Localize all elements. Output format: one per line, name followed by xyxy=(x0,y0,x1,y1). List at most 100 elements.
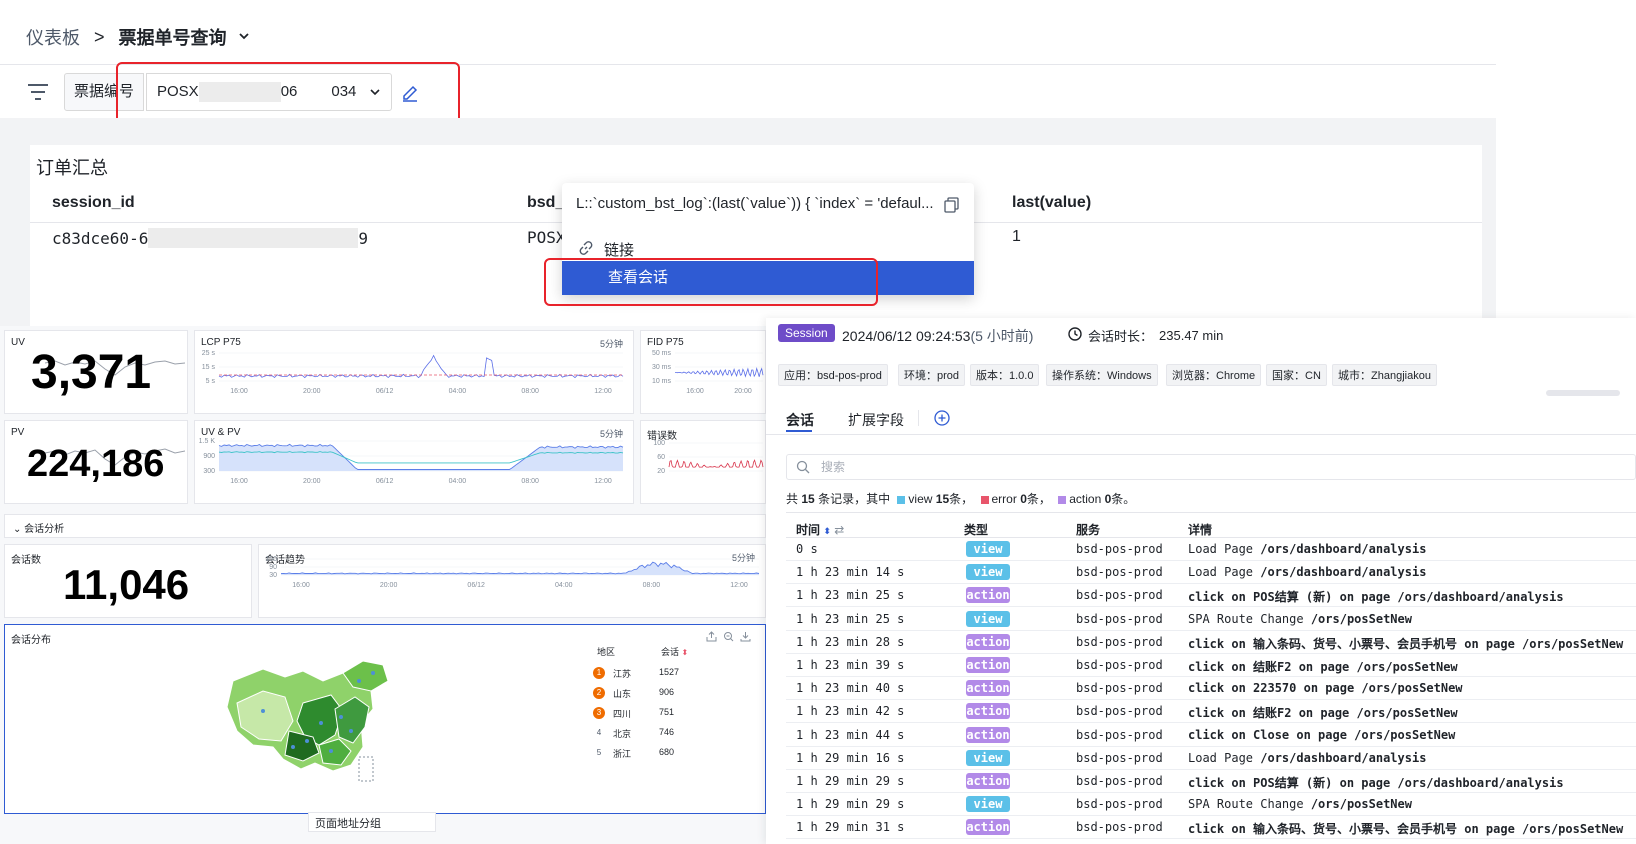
summary-total: 15 xyxy=(801,492,815,506)
action-legend-swatch xyxy=(1058,495,1067,504)
summary-prefix: 共 xyxy=(786,492,799,506)
table-row[interactable]: 1 h 23 min 44 s action bsd-pos-prod click o… xyxy=(786,724,1636,747)
search-input[interactable]: 搜索 xyxy=(786,454,1636,480)
x-tick-label: 08:00 xyxy=(643,582,661,589)
row-detail-main: click on 输入条码、货号、小票号、会员手机号 on page /ors/… xyxy=(1188,822,1624,837)
swap-icon[interactable]: ⇄ xyxy=(834,523,844,537)
table-row[interactable]: 1 h 29 min 31 s action bsd-pos-prod click o… xyxy=(786,816,1636,840)
table-row[interactable]: 1 h 23 min 14 s view bsd-pos-prod Load Page… xyxy=(786,561,1636,585)
tab-divider xyxy=(918,410,919,426)
table-row[interactable]: 1 h 23 min 40 s action bsd-pos-prod click o… xyxy=(786,677,1636,701)
rank-badge: 5 xyxy=(596,748,602,757)
fid-panel[interactable]: FID P75 50 ms 30 ms 10 ms 16:00 20:00 xyxy=(640,330,766,414)
y-tick-label: 5 s xyxy=(206,378,216,385)
x-tick-label: 12:00 xyxy=(594,388,612,395)
time-header-label: 时间 xyxy=(796,523,821,537)
y-tick-label: 50 ms xyxy=(652,350,672,357)
tag-env: 环境：prod xyxy=(898,364,966,386)
row-type-badge: action xyxy=(966,657,1010,673)
row-detail-prefix: Load Page xyxy=(1188,750,1261,765)
session-count-panel[interactable]: 会话数 11,046 xyxy=(4,544,252,618)
row-time: 1 h 23 min 42 s xyxy=(796,704,905,719)
region-row[interactable]: 5 浙江 680 xyxy=(593,747,723,763)
y-tick-label: 1.5 K xyxy=(199,438,216,445)
y-tick-label: 150 xyxy=(265,556,277,563)
section-title: 会话分析 xyxy=(24,524,65,535)
table-row[interactable]: 1 h 23 min 39 s action bsd-pos-prod click o… xyxy=(786,654,1636,677)
tag-app: 应用：bsd-pos-prod xyxy=(778,364,888,386)
chevron-down-icon: ⌄ xyxy=(13,524,22,535)
last-value-cell: 1 xyxy=(1012,228,1021,245)
pv-value: 224,186 xyxy=(27,443,165,485)
sort-icon[interactable]: ⬍ xyxy=(823,526,831,536)
add-tab-icon[interactable] xyxy=(934,410,950,431)
column-header-type[interactable]: 类型 xyxy=(964,521,988,538)
region-row[interactable]: 3 四川 751 xyxy=(593,707,723,723)
bsd-cell[interactable]: POSX xyxy=(527,228,566,247)
session-trend-panel[interactable]: 会话趋势 5分钟 150 90 30 16:00 20:00 06/12 04:00 08:0… xyxy=(258,544,766,618)
uv-panel[interactable]: UV 3,371 xyxy=(4,330,188,414)
sessions-column-label: 会话 xyxy=(661,647,680,657)
errors-panel[interactable]: 错误数 100 60 20 xyxy=(640,420,766,504)
column-header-session-id[interactable]: session_id xyxy=(52,194,135,212)
table-row[interactable]: 0 s view bsd-pos-prod Load Page /ors/dashbo… xyxy=(786,538,1636,561)
highlight-frame xyxy=(116,62,460,124)
row-time: 1 h 23 min 40 s xyxy=(796,681,905,696)
x-tick-label: 04:00 xyxy=(449,388,467,395)
table-row[interactable]: 1 h 23 min 25 s action bsd-pos-prod click o… xyxy=(786,584,1636,608)
column-header-service[interactable]: 服务 xyxy=(1076,521,1100,538)
region-row[interactable]: 4 北京 746 xyxy=(593,727,723,743)
column-header-last-value[interactable]: last(value) xyxy=(1012,194,1091,212)
region-row[interactable]: 2 山东 906 xyxy=(593,687,723,703)
row-type-badge: view xyxy=(966,564,1010,581)
tag-browser: 浏览器：Chrome xyxy=(1166,364,1262,386)
share-icon[interactable] xyxy=(706,629,717,647)
zoom-icon[interactable] xyxy=(723,629,734,647)
uv-pv-panel[interactable]: UV & PV 5分钟 1.5 K 900 300 16:00 20:00 06/12 04… xyxy=(194,420,634,504)
x-tick-label: 06/12 xyxy=(376,478,394,485)
y-tick-label: 10 ms xyxy=(652,378,672,385)
region-row[interactable]: 1 江苏 1527 xyxy=(593,667,723,683)
tag-city: 城市：Zhangjiakou xyxy=(1332,364,1437,386)
row-detail: SPA Route Change /ors/posSetNew xyxy=(1188,797,1412,811)
row-service: bsd-pos-prod xyxy=(1076,658,1163,672)
download-icon[interactable] xyxy=(740,629,751,647)
row-time: 1 h 29 min 29 s xyxy=(796,797,905,812)
tab-extended-fields[interactable]: 扩展字段 xyxy=(848,410,904,430)
column-header-detail[interactable]: 详情 xyxy=(1188,521,1212,538)
table-row[interactable]: 1 h 23 min 42 s action bsd-pos-prod click o… xyxy=(786,700,1636,724)
error-legend-swatch xyxy=(980,495,989,504)
table-row[interactable]: 1 h 29 min 29 s action bsd-pos-prod click o… xyxy=(786,770,1636,793)
table-row[interactable]: 1 h 29 min 16 s view bsd-pos-prod Load Page… xyxy=(786,747,1636,770)
region-name: 四川 xyxy=(613,709,632,719)
chevron-down-icon[interactable] xyxy=(237,27,251,48)
row-detail-main: /ors/posSetNew xyxy=(1310,797,1412,812)
menu-item-link[interactable]: 链接 xyxy=(578,239,634,260)
column-header-time[interactable]: 时间 ⬍ ⇄ xyxy=(796,521,844,538)
lcp-panel[interactable]: LCP P75 5分钟 25 s 15 s5 s 16:00 20:00 06/12 04… xyxy=(194,330,634,414)
tab-active-indicator xyxy=(786,430,812,432)
row-detail-prefix: SPA Route Change xyxy=(1188,797,1311,812)
y-tick-label: 15 s xyxy=(202,364,216,371)
table-row[interactable]: 1 h 29 min 29 s view bsd-pos-prod SPA Route… xyxy=(786,793,1636,817)
drawer-resize-handle[interactable] xyxy=(1546,390,1620,396)
session-id-cell[interactable]: c83dce60-6 9 xyxy=(52,228,368,248)
row-type-badge: view xyxy=(966,749,1010,766)
session-distribution-panel[interactable]: 会话分布 地区 会话 ⬍ 1 江苏 1527 2 山东 906 3 四川 751 4 北京 746 5 浙… xyxy=(4,624,766,814)
session-badge: Session xyxy=(778,324,835,342)
region-count: 906 xyxy=(659,687,675,697)
section-session-analysis[interactable]: ⌄ 会话分析 xyxy=(4,514,766,538)
pv-panel[interactable]: PV 224,186 xyxy=(4,420,188,504)
filter-icon[interactable] xyxy=(26,80,50,104)
y-tick-label: 300 xyxy=(203,468,215,475)
session-trend-chart: 1509030 16:00 20:00 06/12 04:00 08:00 12:00 xyxy=(265,556,760,589)
table-row[interactable]: 1 h 23 min 25 s view bsd-pos-prod SPA Route… xyxy=(786,608,1636,631)
table-row[interactable]: 1 h 23 min 28 s action bsd-pos-prod click o… xyxy=(786,631,1636,654)
sessions-column-header[interactable]: 会话 ⬍ xyxy=(661,645,688,658)
tab-session[interactable]: 会话 xyxy=(786,410,814,430)
panel-title: 会话数 xyxy=(11,555,41,566)
x-tick-label: 08:00 xyxy=(521,388,539,395)
copy-icon[interactable] xyxy=(944,197,960,218)
x-tick-label: 06/12 xyxy=(467,582,485,589)
breadcrumb-home[interactable]: 仪表板 xyxy=(26,24,80,50)
